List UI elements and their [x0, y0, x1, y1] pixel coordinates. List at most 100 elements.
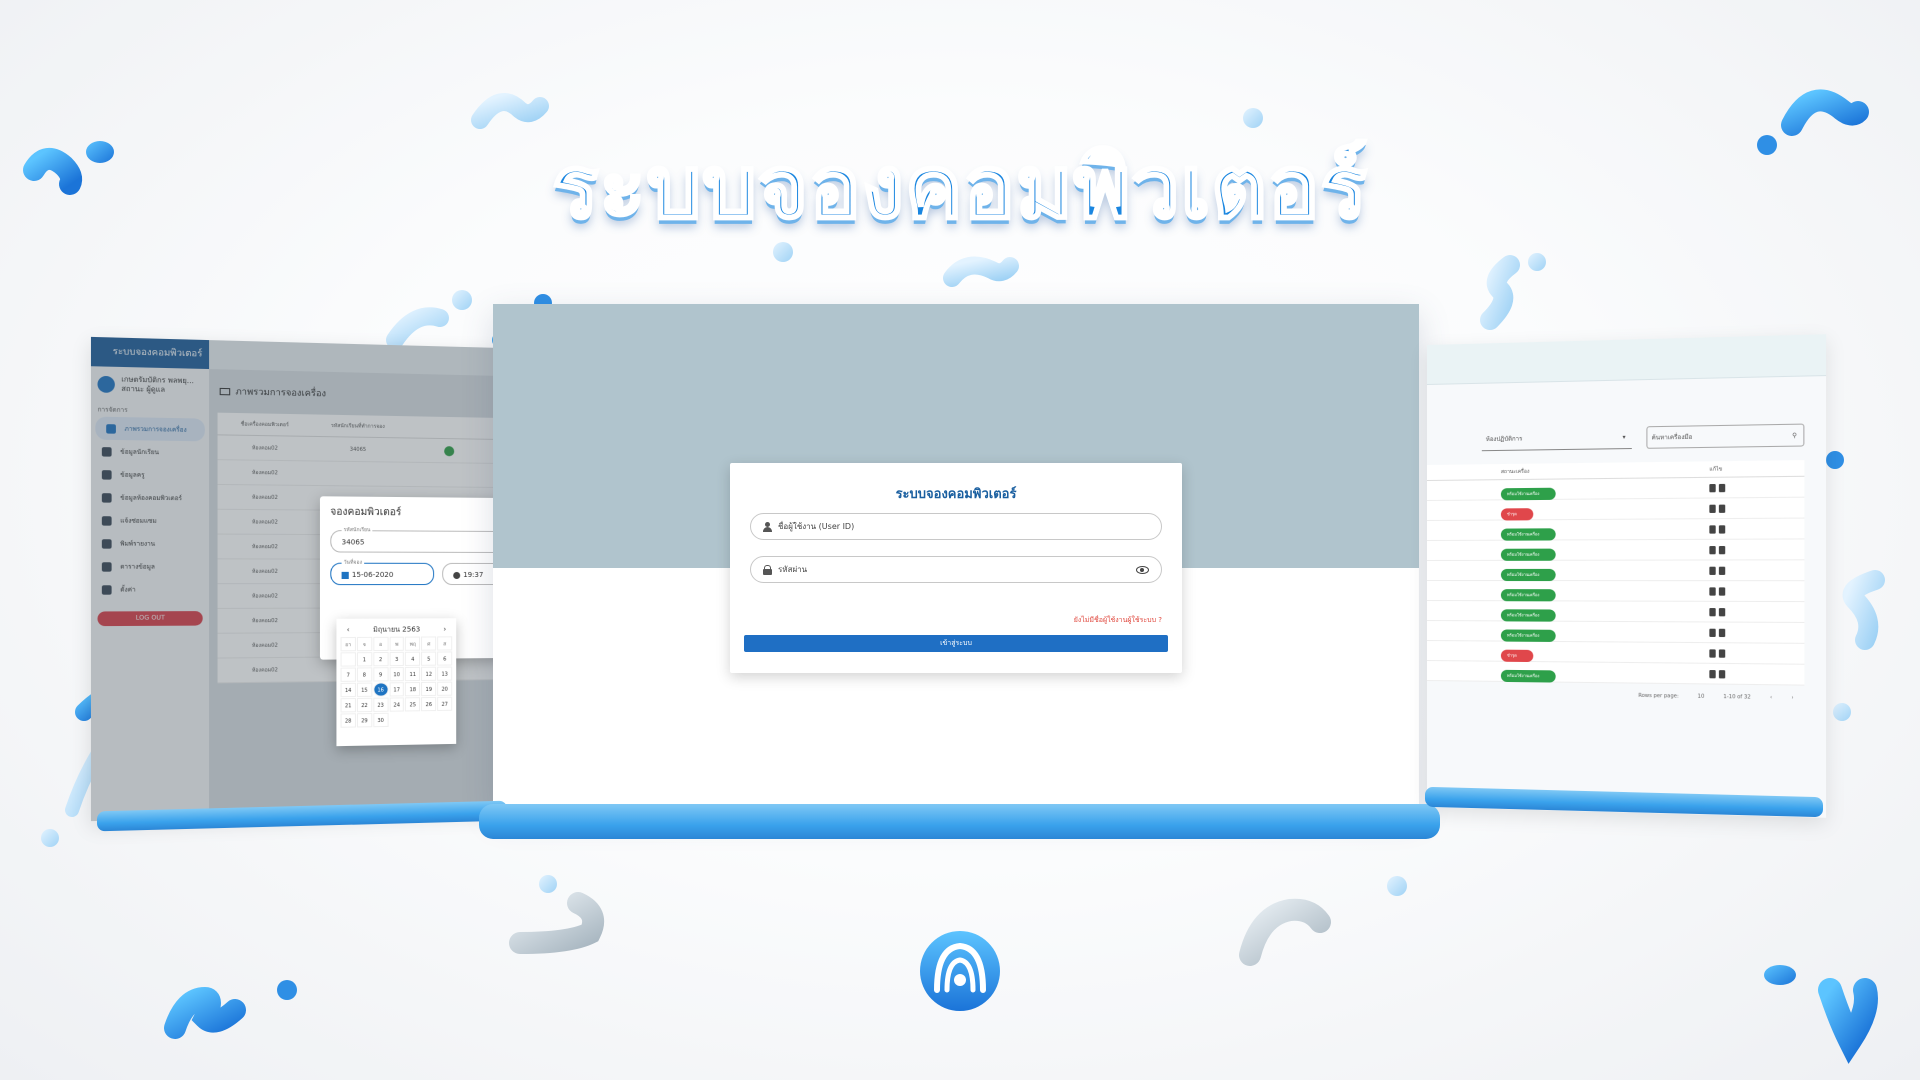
trash-icon[interactable] [1718, 545, 1726, 554]
sidebar-item-settings[interactable]: ตั้งค่า [91, 578, 209, 601]
prev-page-icon[interactable]: ‹ [1770, 695, 1772, 701]
table-row[interactable]: ห้องคอม02 34065 [217, 435, 495, 464]
trash-icon[interactable] [1718, 566, 1726, 575]
table-row[interactable]: พร้อมใช้งานเครื่อง [1427, 581, 1805, 603]
register-link[interactable]: ยังไม่มีชื่อผู้ใช้งานผู้ใช้ระบบ ? [1074, 615, 1162, 626]
calendar-day[interactable]: 8 [356, 667, 373, 682]
sidebar-item-repair[interactable]: แจ้งซ่อมแซม [91, 509, 209, 533]
table-row[interactable]: พร้อมใช้งานเครื่อง [1427, 539, 1805, 561]
table-row[interactable]: ชำรุด [1427, 497, 1805, 521]
table-cell: ห้องคอม02 [251, 593, 278, 600]
calendar-day[interactable]: 15 [356, 682, 373, 697]
column-header: รหัสนักเรียนที่ทำการจอง [331, 422, 385, 430]
status-badge: พร้อมใช้งานเครื่อง [1500, 628, 1556, 642]
calendar-day[interactable]: 18 [405, 681, 421, 697]
calendar-day[interactable]: 22 [356, 697, 373, 713]
table-cell: ห้องคอม02 [251, 667, 278, 674]
calendar-day[interactable]: 29 [356, 713, 373, 728]
sidebar-item-data[interactable]: ตารางข้อมูล [91, 555, 209, 578]
calendar-day[interactable]: 10 [389, 666, 405, 682]
sidebar-item-print[interactable]: พิมพ์รายงาน [91, 532, 209, 555]
calendar-day[interactable]: 1 [356, 652, 373, 667]
sidebar-item-label: ตั้งค่า [120, 586, 136, 594]
equipment-status-screen: ห้องปฏิบัติการ ▾ ค้นหาเครื่องมือ ⚲ สถานะเค… [1427, 334, 1827, 818]
calendar-day[interactable]: 5 [421, 651, 437, 666]
edit-icon[interactable] [1709, 607, 1716, 616]
prev-month-icon[interactable]: ‹ [347, 626, 350, 634]
calendar-day[interactable]: 25 [405, 697, 421, 712]
login-button[interactable]: เข้าสู่ระบบ [744, 635, 1168, 652]
edit-icon[interactable] [1709, 586, 1716, 596]
date-field[interactable]: วันที่จอง 15-06-2020 [330, 557, 435, 586]
trash-icon[interactable] [1718, 504, 1726, 513]
password-field[interactable]: รหัสผ่าน [750, 556, 1162, 583]
rows-per-page-select[interactable]: 10 [1698, 694, 1705, 700]
calendar-day[interactable]: 17 [389, 682, 405, 697]
calendar-day[interactable]: 21 [340, 698, 356, 713]
teacher-icon [101, 469, 112, 480]
calendar-day[interactable]: 23 [373, 697, 389, 712]
calendar-day[interactable]: 26 [421, 696, 437, 712]
calendar-day[interactable]: 27 [437, 696, 453, 711]
eye-icon[interactable] [1136, 565, 1149, 574]
sidebar-item-rooms[interactable]: ข้อมูลห้องคอมพิวเตอร์ [91, 486, 209, 510]
column-header-actions: แก้ไข [1709, 466, 1723, 473]
calendar-day[interactable]: 24 [389, 697, 405, 712]
calendar-grid: อาจอพพฤศส 1 2 3 4 5 6 7 8 9 10 11 12 13 14 15 16 17 18 19 20… [340, 636, 453, 728]
sidebar-item-overview[interactable]: ภาพรวมการจองเครื่อง [95, 416, 205, 442]
table-row[interactable]: พร้อมใช้งานเครื่อง [1427, 518, 1805, 541]
edit-icon[interactable] [1709, 628, 1716, 637]
lock-icon [763, 564, 772, 575]
next-page-icon[interactable]: › [1791, 695, 1793, 701]
calendar-day[interactable]: 20 [437, 681, 453, 696]
calendar-day[interactable]: 6 [437, 651, 453, 666]
calendar-day[interactable]: 19 [421, 681, 437, 697]
trash-icon[interactable] [1718, 628, 1726, 637]
search-placeholder: ค้นหาเครื่องมือ [1651, 433, 1693, 442]
table-row[interactable]: ห้องคอม02 [217, 460, 495, 488]
calendar-day[interactable]: 16 [373, 682, 389, 697]
next-month-icon[interactable]: › [443, 625, 446, 633]
table-cell: ห้องคอม02 [251, 544, 278, 551]
sidebar: ระบบจองคอมพิวเตอร์ เกษตรัมบัติกร พลพยุ..… [90, 336, 210, 822]
edit-icon[interactable] [1709, 648, 1716, 658]
calendar-day[interactable]: 30 [373, 712, 389, 728]
trash-icon[interactable] [1718, 483, 1726, 492]
sidebar-item-teachers[interactable]: ข้อมูลครู [91, 463, 209, 487]
trash-icon[interactable] [1718, 607, 1726, 616]
calendar-day[interactable]: 14 [340, 682, 356, 698]
edit-icon[interactable] [1709, 524, 1716, 534]
printer-icon [101, 538, 112, 549]
logout-button[interactable]: LOG OUT [97, 611, 203, 627]
calendar-day[interactable]: 12 [421, 666, 437, 681]
calendar-day[interactable]: 28 [340, 713, 356, 728]
username-field[interactable]: ชื่อผู้ใช้งาน (User ID) [750, 513, 1162, 540]
trash-icon[interactable] [1718, 669, 1726, 678]
database-icon [101, 492, 112, 503]
table-row[interactable]: พร้อมใช้งานเครื่อง [1427, 601, 1805, 623]
sidebar-item-students[interactable]: ข้อมูลนักเรียน [91, 440, 209, 465]
search-input[interactable]: ค้นหาเครื่องมือ ⚲ [1646, 423, 1805, 449]
calendar-day[interactable]: 7 [340, 667, 356, 682]
table-row[interactable]: พร้อมใช้งานเครื่อง [1427, 661, 1805, 686]
trash-icon[interactable] [1718, 648, 1726, 658]
user-profile[interactable]: เกษตรัมบัติกร พลพยุ... สถานะ ผู้ดูแล [91, 366, 209, 404]
calendar-day[interactable]: 3 [389, 651, 405, 667]
calendar-day[interactable]: 11 [405, 666, 421, 682]
edit-icon[interactable] [1709, 483, 1716, 492]
calendar-day[interactable]: 2 [373, 651, 389, 667]
edit-icon[interactable] [1709, 504, 1716, 513]
calendar-day[interactable]: 4 [405, 651, 421, 666]
calendar-day[interactable]: 9 [373, 667, 389, 682]
table-row[interactable]: พร้อมใช้งานเครื่อง [1427, 560, 1805, 582]
calendar-day[interactable]: 13 [437, 666, 453, 681]
edit-icon[interactable] [1709, 545, 1716, 554]
student-id-field[interactable]: รหัสนักเรียน 34065 [330, 525, 502, 554]
lab-select[interactable]: ห้องปฏิบัติการ ▾ [1481, 426, 1632, 452]
search-icon[interactable]: ⚲ [1792, 425, 1797, 446]
admin-overview-screen: ระบบจองคอมพิวเตอร์ เกษตรัมบัติกร พลพยุ..… [90, 336, 502, 822]
edit-icon[interactable] [1709, 566, 1716, 575]
edit-icon[interactable] [1709, 669, 1716, 678]
trash-icon[interactable] [1718, 586, 1726, 596]
trash-icon[interactable] [1718, 524, 1726, 534]
